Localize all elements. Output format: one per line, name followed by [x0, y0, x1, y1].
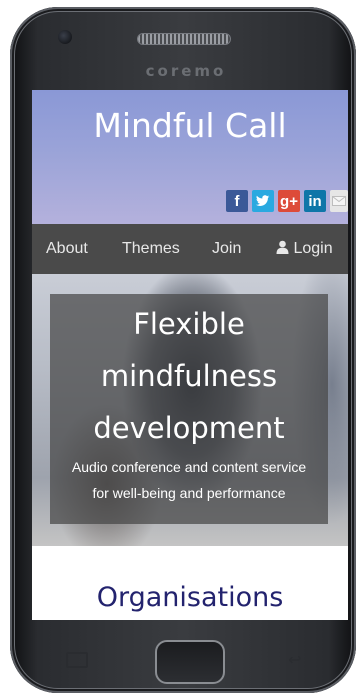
main-nav: About Themes Join Login — [32, 224, 348, 274]
hero-subtitle-line-1: Audio conference and content service — [71, 459, 307, 475]
nav-themes[interactable]: Themes — [122, 240, 180, 258]
nav-join[interactable]: Join — [212, 240, 241, 258]
hero-subtitle-line-2: for well-being and performance — [92, 485, 286, 501]
site-header: Mindful Call f g+ in — [32, 90, 348, 224]
nav-login-label: Login — [293, 240, 333, 257]
email-icon[interactable] — [330, 190, 348, 212]
earpiece-speaker — [138, 34, 230, 44]
social-links: f g+ in — [226, 190, 348, 212]
twitter-icon[interactable] — [252, 190, 274, 212]
section-title-organisations: Organisations — [96, 582, 284, 613]
front-camera — [58, 30, 72, 44]
linkedin-icon[interactable]: in — [304, 190, 326, 212]
device-brand: coremo — [145, 62, 227, 80]
nav-login[interactable]: Login — [276, 240, 333, 258]
hero-banner: Flexible mindfulness development Audio c… — [32, 274, 348, 546]
hero-subtitle: Audio conference and content service for… — [42, 454, 336, 506]
nav-about[interactable]: About — [46, 240, 88, 258]
site-title[interactable]: Mindful Call — [32, 106, 348, 145]
hero-line-3: development — [93, 411, 285, 445]
facebook-icon[interactable]: f — [226, 190, 248, 212]
hero-line-1: Flexible — [133, 307, 245, 341]
hero-headline: Flexible mindfulness development — [50, 298, 328, 454]
hero-caption-box: Flexible mindfulness development Audio c… — [50, 294, 328, 524]
hero-line-2: mindfulness — [100, 359, 278, 393]
home-button[interactable] — [155, 640, 225, 684]
back-key-icon[interactable]: ↩ — [288, 650, 306, 669]
user-icon — [276, 240, 289, 254]
menu-key-icon[interactable] — [66, 652, 88, 668]
screen: Mindful Call f g+ in About Themes Join L… — [32, 90, 348, 620]
google-plus-icon[interactable]: g+ — [278, 190, 300, 212]
